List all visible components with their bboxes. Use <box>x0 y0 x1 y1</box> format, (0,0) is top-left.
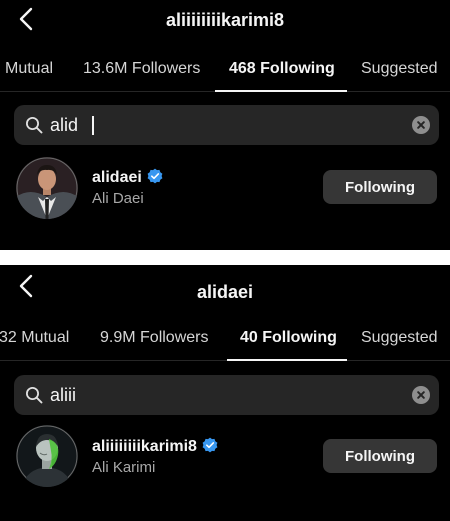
avatar[interactable] <box>16 157 78 219</box>
clear-circle-icon[interactable] <box>412 116 430 134</box>
username-text: aliiiiiiiikarimi8 <box>92 438 197 455</box>
search-bar <box>14 105 439 145</box>
text-cursor <box>92 116 94 135</box>
username[interactable]: alidaei <box>92 168 163 187</box>
tab-mutual[interactable]: 32 Mutual <box>0 329 69 347</box>
header: aliiiiiiiikarimi8 <box>0 0 450 40</box>
tab-mutual[interactable]: Mutual <box>5 60 53 78</box>
username[interactable]: aliiiiiiiikarimi8 <box>92 437 218 456</box>
avatar[interactable] <box>16 425 78 487</box>
following-list-screen-2: alidaei 32 Mutual 9.9M Followers 40 Foll… <box>0 265 450 521</box>
following-button[interactable]: Following <box>323 170 437 204</box>
full-name: Ali Daei <box>92 190 144 207</box>
clear-circle-icon[interactable] <box>412 386 430 404</box>
username-text: alidaei <box>92 169 142 186</box>
page-title: alidaei <box>196 282 254 302</box>
search-input[interactable] <box>50 381 390 409</box>
full-name: Ali Karimi <box>92 459 156 476</box>
search-input[interactable] <box>50 111 390 139</box>
tab-followers[interactable]: 13.6M Followers <box>83 60 200 78</box>
tab-followers[interactable]: 9.9M Followers <box>100 329 208 347</box>
verified-badge-icon <box>202 437 218 453</box>
list-item[interactable]: alidaei Ali Daei Following <box>0 155 450 221</box>
tab-suggested[interactable]: Suggested <box>361 329 438 347</box>
verified-badge-icon <box>147 168 163 184</box>
page-title: aliiiiiiiikarimi8 <box>165 10 285 30</box>
header: alidaei <box>0 265 450 305</box>
list-item[interactable]: aliiiiiiiikarimi8 Ali Karimi Following <box>0 423 450 489</box>
search-icon <box>25 116 43 134</box>
active-tab-indicator <box>227 359 347 361</box>
tab-bar: Mutual 13.6M Followers 468 Following Sug… <box>0 48 450 92</box>
tab-suggested[interactable]: Suggested <box>361 60 438 78</box>
active-tab-indicator <box>215 90 347 92</box>
search-icon <box>25 386 43 404</box>
following-button[interactable]: Following <box>323 439 437 473</box>
tab-bar: 32 Mutual 9.9M Followers 40 Following Su… <box>0 317 450 361</box>
search-bar <box>14 375 439 415</box>
following-list-screen-1: aliiiiiiiikarimi8 Mutual 13.6M Followers… <box>0 0 450 250</box>
tab-following[interactable]: 40 Following <box>240 329 337 347</box>
tab-following[interactable]: 468 Following <box>229 60 335 78</box>
